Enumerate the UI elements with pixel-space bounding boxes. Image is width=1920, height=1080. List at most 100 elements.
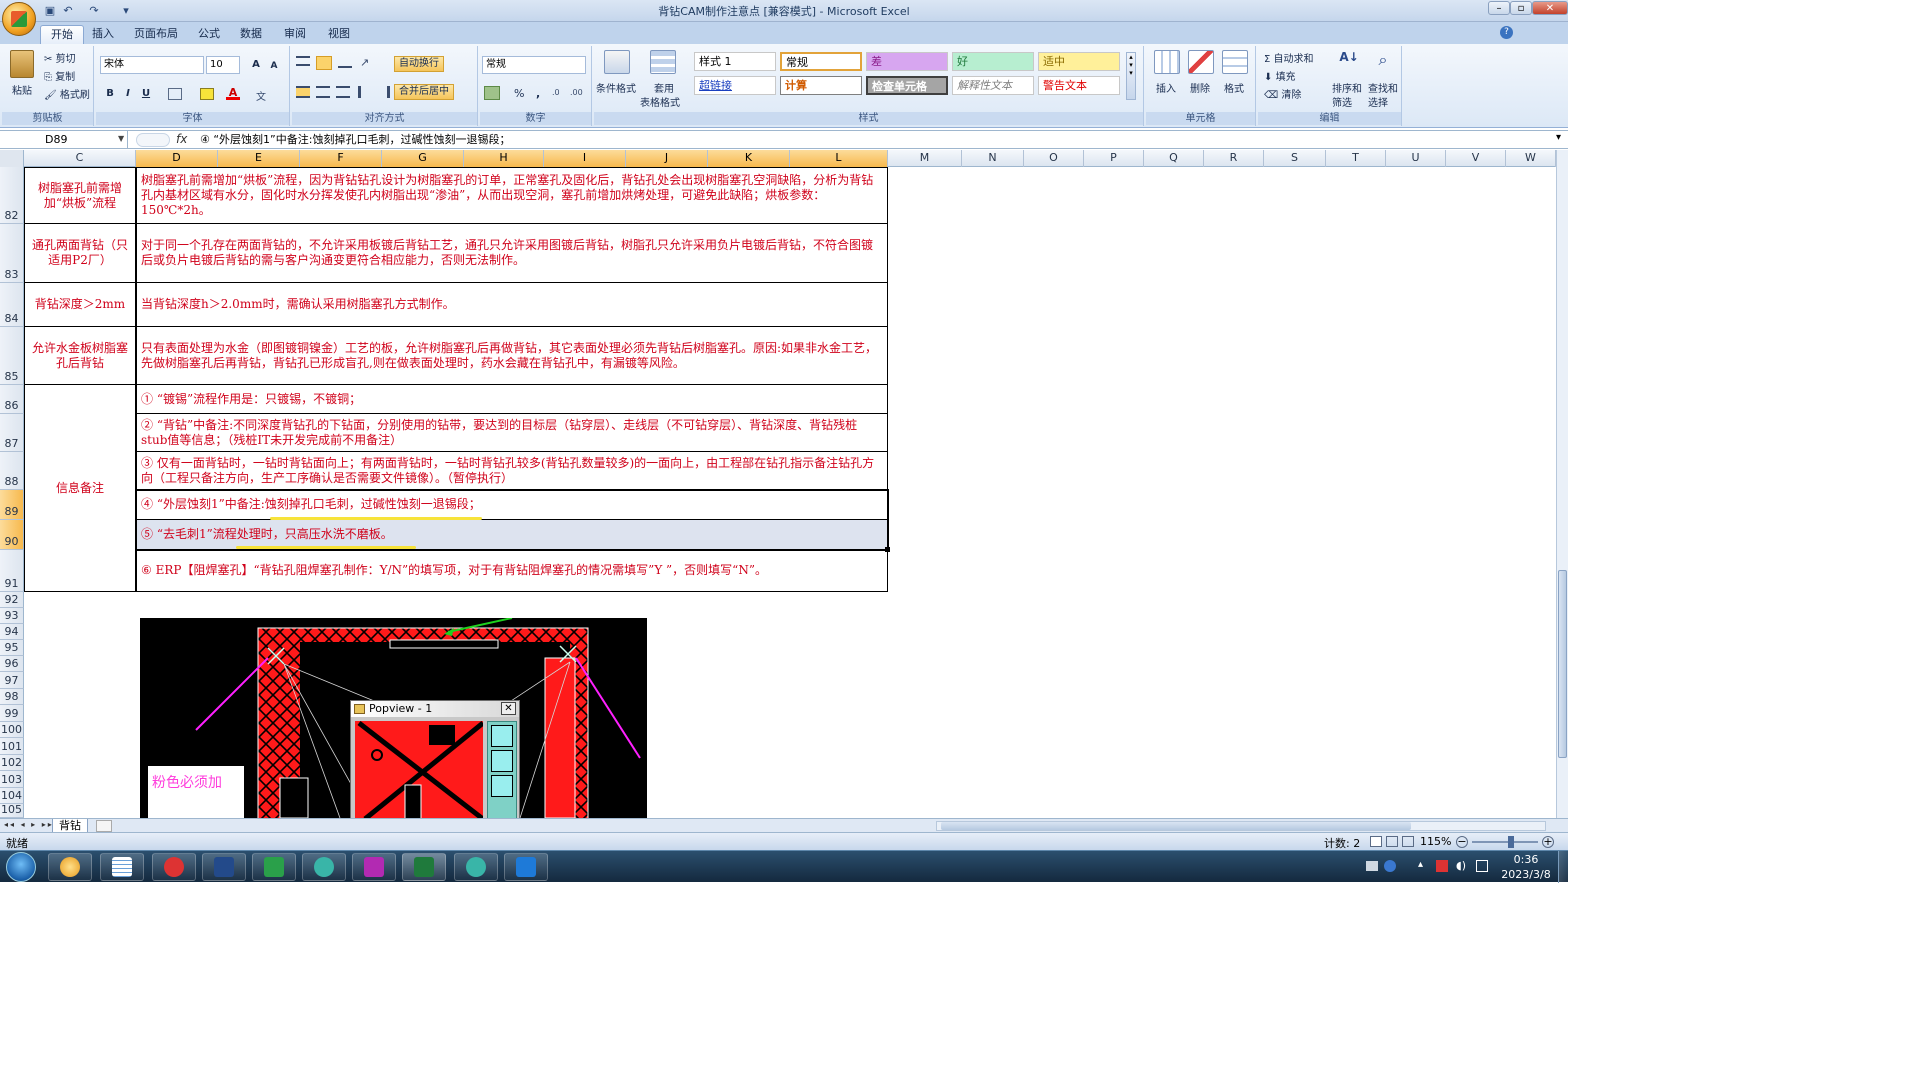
select-all-button[interactable]: [0, 150, 24, 167]
cell-c85[interactable]: 允许水金板树脂塞孔后背钻: [24, 327, 136, 385]
cut-button[interactable]: ✂ 剪切: [44, 50, 76, 65]
sheet-nav-buttons[interactable]: ◂◂ ◂ ▸ ▸▸: [4, 820, 54, 829]
paste-icon[interactable]: [10, 50, 34, 78]
sort-filter-icon[interactable]: A↓: [1336, 50, 1362, 74]
style-warning[interactable]: 警告文本: [1038, 76, 1120, 95]
decrease-indent-icon[interactable]: [358, 86, 372, 98]
number-format-select[interactable]: 常规: [482, 56, 586, 74]
font-color-icon[interactable]: A: [226, 86, 240, 100]
cell-c84[interactable]: 背钻深度＞2mm: [24, 283, 136, 327]
cell-d82[interactable]: 树脂塞孔前需增加“烘板”流程，因为背钻钻孔设计为树脂塞孔的订单，正常塞孔及固化后…: [136, 167, 888, 224]
col-header-v[interactable]: V: [1446, 150, 1506, 167]
col-header-o[interactable]: O: [1024, 150, 1084, 167]
zoom-in-icon[interactable]: +: [1542, 836, 1554, 848]
row-header-96[interactable]: 96: [0, 656, 24, 672]
find-select-button[interactable]: 查找和: [1368, 80, 1398, 95]
col-header-e[interactable]: E: [218, 150, 300, 167]
taskbar-shell-app[interactable]: [48, 853, 92, 881]
grow-font-button[interactable]: A: [248, 57, 264, 73]
sort-filter-button[interactable]: 排序和: [1332, 80, 1362, 95]
office-button[interactable]: [2, 2, 36, 36]
fill-handle[interactable]: [885, 547, 890, 552]
col-header-t[interactable]: T: [1326, 150, 1386, 167]
save-icon[interactable]: ▣: [42, 3, 58, 19]
delete-cells-button[interactable]: 删除: [1190, 80, 1210, 95]
name-box-dropdown-icon[interactable]: ▼: [118, 134, 124, 143]
row-header-89[interactable]: 89: [0, 490, 24, 520]
tab-view[interactable]: 视图: [318, 25, 360, 44]
taskbar-arrow-app[interactable]: [504, 853, 548, 881]
paste-button[interactable]: 粘贴: [12, 82, 32, 97]
cell-d86[interactable]: ① “镀锡”流程作用是：只镀锡，不镀铜；: [136, 385, 888, 414]
tab-page-layout[interactable]: 页面布局: [124, 25, 188, 44]
popview-close-button[interactable]: ✕: [501, 702, 516, 715]
conditional-format-button[interactable]: 条件格式: [596, 80, 636, 95]
currency-icon[interactable]: [484, 86, 500, 100]
style-bad[interactable]: 差: [866, 52, 948, 71]
cell-d85[interactable]: 只有表面处理为水金（即图镀铜镍金）工艺的板，允许树脂塞孔后再做背钻，其它表面处理…: [136, 327, 888, 385]
format-as-table-button-2[interactable]: 表格格式: [640, 94, 680, 109]
font-name-select[interactable]: 宋体: [100, 56, 204, 74]
formula-input[interactable]: ④ “外层蚀刻1”中备注:蚀刻掉孔口毛刺，过碱性蚀刻一退锡段；: [200, 132, 510, 148]
pan-down-icon[interactable]: [491, 775, 513, 797]
phonetic-icon[interactable]: 文: [256, 88, 274, 103]
row-header-91[interactable]: 91: [0, 550, 24, 592]
row-header-105[interactable]: 105: [0, 803, 24, 818]
border-icon[interactable]: [168, 88, 182, 100]
row-header-87[interactable]: 87: [0, 414, 24, 452]
format-as-table-button[interactable]: 套用: [654, 80, 674, 95]
row-header-102[interactable]: 102: [0, 755, 24, 771]
tray-network-icon[interactable]: [1476, 860, 1488, 872]
row-header-84[interactable]: 84: [0, 283, 24, 327]
sheet-tab-背钻[interactable]: 背钻: [52, 819, 88, 833]
popview-window[interactable]: Popview - 1 ✕: [350, 700, 520, 818]
tray-show-hidden-icon[interactable]: ▴: [1418, 859, 1423, 870]
tab-review[interactable]: 审阅: [274, 25, 316, 44]
undo-icon[interactable]: ↶: [60, 3, 76, 19]
col-header-j[interactable]: J: [626, 150, 708, 167]
align-right-icon[interactable]: [336, 86, 350, 98]
find-select-icon[interactable]: ⌕: [1370, 50, 1396, 74]
taskbar-cam-app-2[interactable]: [454, 853, 498, 881]
col-header-q[interactable]: Q: [1144, 150, 1204, 167]
normal-view-icon[interactable]: [1370, 836, 1382, 847]
embedded-picture[interactable]: 粉色必须加 Popview - 1 ✕: [140, 618, 647, 818]
taskbar-x-app[interactable]: [352, 853, 396, 881]
tray-flag-icon[interactable]: [1436, 860, 1448, 872]
col-header-c[interactable]: C: [24, 150, 136, 167]
find-select-button-2[interactable]: 选择: [1368, 94, 1388, 109]
row-header-95[interactable]: 95: [0, 640, 24, 656]
pan-up-icon[interactable]: [491, 750, 513, 772]
zoom-slider[interactable]: [1472, 841, 1538, 843]
start-button[interactable]: [6, 852, 36, 882]
row-header-101[interactable]: 101: [0, 738, 24, 755]
italic-button[interactable]: I: [120, 86, 136, 102]
underline-button[interactable]: U: [138, 86, 154, 102]
taskbar-red-app[interactable]: [152, 853, 196, 881]
col-header-l[interactable]: L: [790, 150, 888, 167]
taskbar-save-app[interactable]: [202, 853, 246, 881]
comma-button[interactable]: ,: [536, 87, 540, 100]
cell-c82[interactable]: 树脂塞孔前需增加“烘板”流程: [24, 167, 136, 224]
row-header-93[interactable]: 93: [0, 608, 24, 624]
cell-d84[interactable]: 当背钻深度h＞2.0mm时，需确认采用树脂塞孔方式制作。: [136, 283, 888, 327]
fill-button[interactable]: ⬇ 填充: [1264, 68, 1296, 83]
taskbar-green-app[interactable]: [252, 853, 296, 881]
show-desktop-button[interactable]: [1558, 851, 1568, 883]
style-neutral[interactable]: 适中: [1038, 52, 1120, 71]
align-top-icon[interactable]: [296, 56, 310, 66]
minimize-button[interactable]: –: [1488, 1, 1510, 15]
autosum-button[interactable]: Σ 自动求和: [1264, 50, 1314, 65]
name-box[interactable]: D89: [0, 131, 128, 149]
col-header-h[interactable]: H: [464, 150, 544, 167]
row-header-86[interactable]: 86: [0, 385, 24, 414]
expand-formula-bar-icon[interactable]: ▾: [1556, 132, 1561, 143]
conditional-format-icon[interactable]: [604, 50, 630, 74]
style-calculation[interactable]: 计算: [780, 76, 862, 95]
zoom-level[interactable]: 115%: [1420, 835, 1451, 848]
tab-formulas[interactable]: 公式: [188, 25, 230, 44]
merge-center-button[interactable]: 合并后居中: [394, 84, 454, 100]
restore-button[interactable]: ▫: [1510, 1, 1532, 15]
col-header-f[interactable]: F: [300, 150, 382, 167]
align-left-icon[interactable]: [296, 86, 310, 98]
